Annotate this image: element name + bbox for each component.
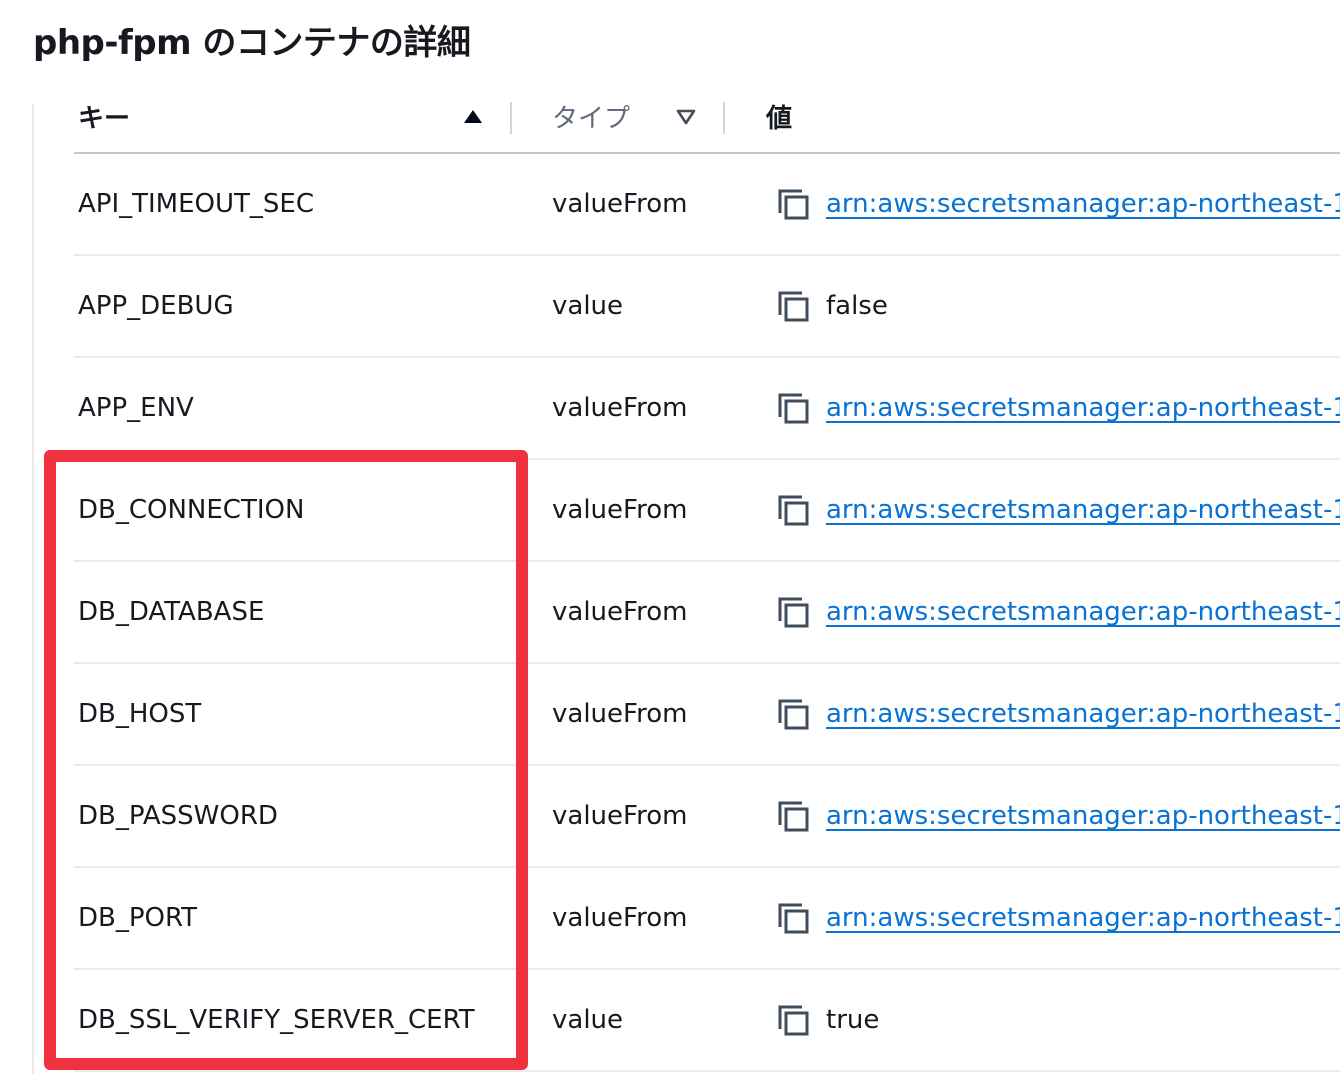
cell-value: arn:aws:secretsmanager:ap-northeast-1: bbox=[776, 766, 1340, 866]
sort-ascending-icon[interactable] bbox=[462, 108, 484, 126]
section-left-rail bbox=[32, 104, 34, 1074]
cell-value: arn:aws:secretsmanager:ap-northeast-1: bbox=[776, 358, 1340, 458]
cell-key: APP_ENV bbox=[78, 393, 194, 423]
copy-icon[interactable] bbox=[776, 493, 810, 527]
cell-key: DB_HOST bbox=[78, 699, 202, 729]
column-header-key[interactable]: キー bbox=[78, 80, 508, 152]
table-row: DB_HOST valueFrom arn:aws:secretsmanager:a… bbox=[74, 664, 1340, 766]
cell-type: valueFrom bbox=[552, 903, 688, 933]
environment-variables-table: キー タイプ 値 API_TIMEOUT_SEC valueFrom arn:aws… bbox=[74, 80, 1340, 1074]
copy-icon[interactable] bbox=[776, 595, 810, 629]
cell-key: APP_DEBUG bbox=[78, 291, 234, 321]
cell-key: DB_CONNECTION bbox=[78, 495, 305, 525]
cell-key: DB_DATABASE bbox=[78, 597, 265, 627]
table-row: DB_PORT valueFrom arn:aws:secretsmanager:a… bbox=[74, 868, 1340, 970]
cell-type: valueFrom bbox=[552, 393, 688, 423]
cell-type: valueFrom bbox=[552, 699, 688, 729]
sort-descending-icon[interactable] bbox=[675, 108, 697, 126]
cell-value: arn:aws:secretsmanager:ap-northeast-1: bbox=[776, 664, 1340, 764]
value-link[interactable]: arn:aws:secretsmanager:ap-northeast-1: bbox=[826, 597, 1340, 627]
column-header-value-label: 値 bbox=[766, 103, 793, 134]
column-divider[interactable] bbox=[510, 102, 512, 134]
column-header-key-label: キー bbox=[78, 103, 131, 134]
cell-type: value bbox=[552, 291, 624, 321]
cell-type: valueFrom bbox=[552, 189, 688, 219]
cell-value: arn:aws:secretsmanager:ap-northeast-1: bbox=[776, 460, 1340, 560]
cell-value: arn:aws:secretsmanager:ap-northeast-1: bbox=[776, 562, 1340, 662]
column-header-value: 値 bbox=[766, 80, 966, 152]
value-link[interactable]: arn:aws:secretsmanager:ap-northeast-1: bbox=[826, 189, 1340, 219]
column-header-type-label: タイプ bbox=[552, 103, 631, 134]
table-row: DB_CONNECTION valueFrom arn:aws:secretsman… bbox=[74, 460, 1340, 562]
copy-icon[interactable] bbox=[776, 289, 810, 323]
cell-type: valueFrom bbox=[552, 597, 688, 627]
copy-icon[interactable] bbox=[776, 1003, 810, 1037]
value-link[interactable]: arn:aws:secretsmanager:ap-northeast-1: bbox=[826, 801, 1340, 831]
value-link[interactable]: arn:aws:secretsmanager:ap-northeast-1: bbox=[826, 495, 1340, 525]
cell-value: arn:aws:secretsmanager:ap-northeast-1: bbox=[776, 154, 1340, 254]
page-title: php-fpm のコンテナの詳細 bbox=[33, 23, 471, 63]
table-header-row: キー タイプ 値 bbox=[74, 80, 1340, 154]
cell-type: value bbox=[552, 1005, 624, 1035]
table-body: API_TIMEOUT_SEC valueFrom arn:aws:secretsm… bbox=[74, 154, 1340, 1072]
table-row: APP_ENV valueFrom arn:aws:secretsmanager:a… bbox=[74, 358, 1340, 460]
cell-value: false bbox=[776, 256, 1340, 356]
copy-icon[interactable] bbox=[776, 799, 810, 833]
value-text: true bbox=[826, 1005, 880, 1035]
table-row: APP_DEBUG value false bbox=[74, 256, 1340, 358]
cell-type: valueFrom bbox=[552, 495, 688, 525]
cell-key: API_TIMEOUT_SEC bbox=[78, 189, 315, 219]
table-row: DB_DATABASE valueFrom arn:aws:secretsmanag… bbox=[74, 562, 1340, 664]
value-link[interactable]: arn:aws:secretsmanager:ap-northeast-1: bbox=[826, 699, 1340, 729]
table-row: DB_PASSWORD valueFrom arn:aws:secretsmanag… bbox=[74, 766, 1340, 868]
copy-icon[interactable] bbox=[776, 391, 810, 425]
value-link[interactable]: arn:aws:secretsmanager:ap-northeast-1: bbox=[826, 903, 1340, 933]
cell-key: DB_PASSWORD bbox=[78, 801, 278, 831]
copy-icon[interactable] bbox=[776, 697, 810, 731]
cell-type: valueFrom bbox=[552, 801, 688, 831]
value-text: false bbox=[826, 291, 888, 321]
table-row: API_TIMEOUT_SEC valueFrom arn:aws:secretsm… bbox=[74, 154, 1340, 256]
cell-key: DB_PORT bbox=[78, 903, 198, 933]
column-divider[interactable] bbox=[723, 102, 725, 134]
cell-key: DB_SSL_VERIFY_SERVER_CERT bbox=[78, 1005, 475, 1035]
copy-icon[interactable] bbox=[776, 187, 810, 221]
cell-value: arn:aws:secretsmanager:ap-northeast-1: bbox=[776, 868, 1340, 968]
table-row: DB_SSL_VERIFY_SERVER_CERT value true bbox=[74, 970, 1340, 1072]
cell-value: true bbox=[776, 970, 1340, 1070]
copy-icon[interactable] bbox=[776, 901, 810, 935]
value-link[interactable]: arn:aws:secretsmanager:ap-northeast-1: bbox=[826, 393, 1340, 423]
